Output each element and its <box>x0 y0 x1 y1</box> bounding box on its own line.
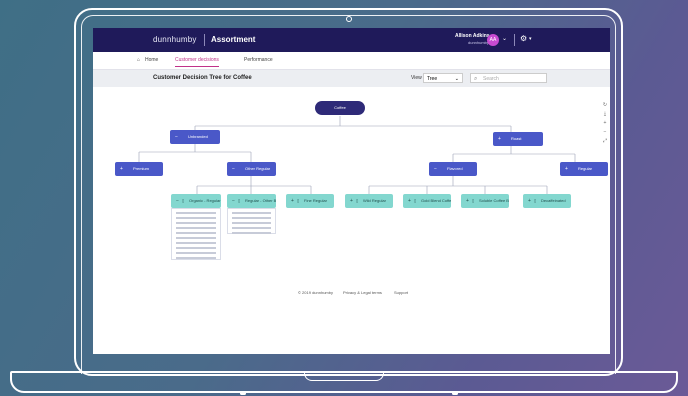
tree-node-label: Fine Regular <box>304 198 327 203</box>
collapse-icon[interactable]: − <box>232 162 235 176</box>
tab-home[interactable]: Home <box>145 57 158 63</box>
collapse-icon[interactable]: − <box>434 162 437 176</box>
tab-bar: ⌂ Home Customer decisions Performance <box>93 52 610 70</box>
tab-performance[interactable]: Performance <box>244 57 273 63</box>
tree-node-label: Soluble Coffee Blend <box>479 198 509 203</box>
download-icon[interactable]: ⤓ <box>602 112 608 117</box>
zoom-out-icon[interactable]: − <box>602 130 608 135</box>
tree-node-label: Premium <box>133 166 150 171</box>
tree-node-roast[interactable]: + Roast <box>493 132 543 146</box>
view-select-value: Tree <box>427 76 438 82</box>
tree-node-label: Decaffeinated <box>541 198 566 203</box>
footer-privacy-link[interactable]: Privacy & Legal terms <box>343 290 382 295</box>
reset-icon[interactable]: ↻ <box>602 103 608 108</box>
search-input[interactable]: ⌕ Search <box>470 73 547 83</box>
tree-leaf-soluble-blend[interactable]: + ▯ Soluble Coffee Blend <box>461 194 509 208</box>
app-screen: dunnhumby Assortment Allison Adkins dunn… <box>93 28 610 354</box>
page-header: Customer Decision Tree for Coffee View T… <box>93 70 610 87</box>
tree-leaf-decaffeinated[interactable]: + ▯ Decaffeinated <box>523 194 571 208</box>
home-icon[interactable]: ⌂ <box>137 57 140 63</box>
product-icon: ▯ <box>297 198 300 203</box>
tree-node-label: Regular <box>578 166 593 171</box>
tree-leaf-gold-blend[interactable]: + ▯ Gold Blend Coffee <box>403 194 451 208</box>
footer: © 2019 dunnhumby Privacy & Legal terms S… <box>93 290 610 300</box>
expand-icon[interactable]: + <box>291 194 294 208</box>
tree-leaf-fine-regular[interactable]: + ▯ Fine Regular <box>286 194 334 208</box>
product-icon: ▯ <box>414 198 417 203</box>
brand-logo[interactable]: dunnhumby <box>153 35 197 44</box>
product-icon: ▯ <box>472 198 475 203</box>
tree-node-unbranded[interactable]: − Unbranded <box>170 130 220 144</box>
nav-separator <box>514 34 515 46</box>
product-icon: ▯ <box>356 198 359 203</box>
laptop-foot-right <box>452 392 458 395</box>
brand-divider <box>204 34 205 46</box>
collapse-icon[interactable]: − <box>176 194 179 208</box>
tree-node-label: Unbranded <box>188 134 208 139</box>
expand-icon[interactable]: + <box>498 132 501 146</box>
product-icon: ▯ <box>238 198 241 203</box>
search-icon: ⌕ <box>474 76 478 82</box>
tree-node-label: Coffee <box>334 105 346 110</box>
leaf-product-list[interactable] <box>227 208 276 234</box>
tree-node-label: Gold Blend Coffee <box>421 198 451 203</box>
fullscreen-icon[interactable]: ⤢ <box>602 139 608 144</box>
laptop-notch <box>304 371 384 381</box>
expand-icon[interactable]: + <box>120 162 123 176</box>
laptop-foot-left <box>240 392 246 395</box>
search-placeholder: Search <box>483 76 499 82</box>
tree-leaf-organic-regular[interactable]: − ▯ Organic - Regular <box>171 194 221 208</box>
tree-node-root[interactable]: Coffee <box>315 101 365 115</box>
top-nav-bar: dunnhumby Assortment Allison Adkins dunn… <box>93 28 610 52</box>
user-org: dunnhumby <box>468 40 489 45</box>
tree-node-label: Flavored <box>447 166 463 171</box>
gear-icon[interactable]: ⚙ <box>520 34 527 43</box>
tree-node-regular[interactable]: + Regular <box>560 162 608 176</box>
tree-node-flavored[interactable]: − Flavored <box>429 162 477 176</box>
product-icon: ▯ <box>182 198 185 203</box>
tree-leaf-regular-other-brands[interactable]: − ▯ Regular - Other Brands <box>227 194 276 208</box>
collapse-icon[interactable]: − <box>232 194 235 208</box>
zoom-in-icon[interactable]: + <box>602 121 608 126</box>
expand-icon[interactable]: + <box>408 194 411 208</box>
view-label: View <box>411 75 422 81</box>
view-select[interactable]: Tree ⌄ <box>423 73 463 83</box>
expand-icon[interactable]: + <box>528 194 531 208</box>
tree-node-other-regular[interactable]: − Other Regular <box>227 162 276 176</box>
tree-node-premium[interactable]: + Premium <box>115 162 163 176</box>
expand-icon[interactable]: + <box>350 194 353 208</box>
avatar[interactable]: AA <box>487 34 499 46</box>
expand-icon[interactable]: + <box>466 194 469 208</box>
zoom-toolbar: ↻ ⤓ + − ⤢ <box>602 103 608 148</box>
product-icon: ▯ <box>534 198 537 203</box>
leaf-product-list[interactable] <box>171 208 221 260</box>
tree-node-label: Other Regular <box>245 166 271 171</box>
collapse-icon[interactable]: − <box>175 130 178 144</box>
user-name: Allison Adkins <box>455 33 490 39</box>
chevron-down-icon[interactable]: ⌄ <box>502 35 507 42</box>
tree-leaf-wild-regular[interactable]: + ▯ Wild Regular <box>345 194 393 208</box>
camera-icon <box>346 16 352 22</box>
expand-icon[interactable]: + <box>565 162 568 176</box>
tree-node-label: Wild Regular <box>363 198 386 203</box>
page-title: Customer Decision Tree for Coffee <box>153 75 252 81</box>
tree-node-label: Roast <box>511 136 522 141</box>
tab-customer-decisions[interactable]: Customer decisions <box>175 57 219 67</box>
footer-support-link[interactable]: Support <box>394 290 408 295</box>
footer-copyright: © 2019 dunnhumby <box>298 290 333 295</box>
chevron-down-icon[interactable]: ▾ <box>529 36 532 42</box>
app-name: Assortment <box>211 35 256 44</box>
tree-node-label: Organic - Regular <box>189 198 221 203</box>
tree-node-label: Regular - Other Brands <box>245 198 276 203</box>
chevron-down-icon: ⌄ <box>454 76 459 82</box>
